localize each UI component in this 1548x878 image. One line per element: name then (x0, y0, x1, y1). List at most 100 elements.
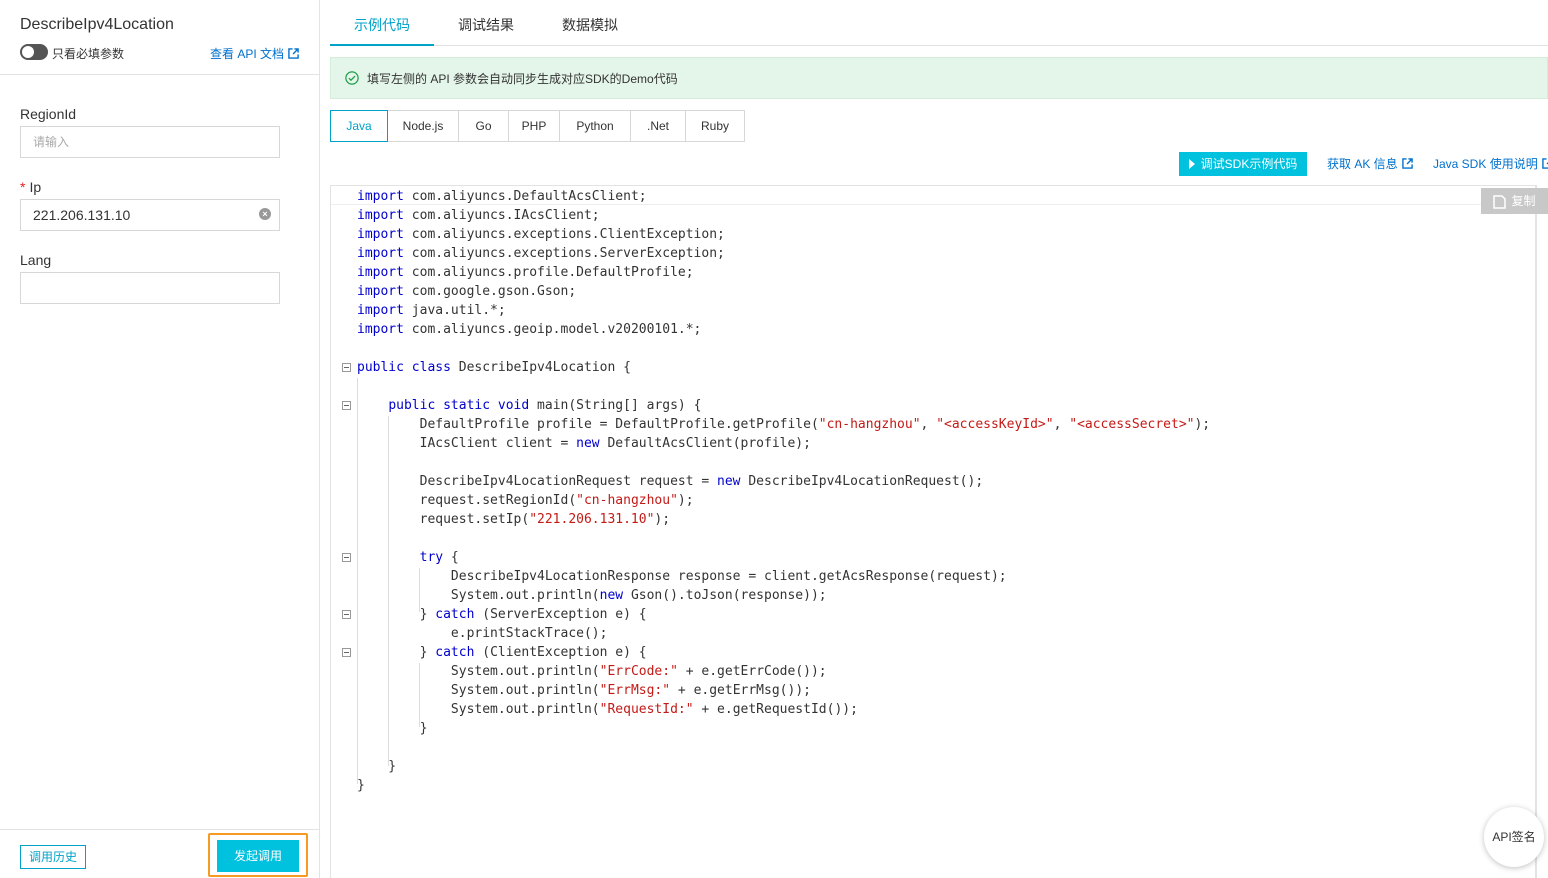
code-token: com.aliyuncs.exceptions.ServerException; (403, 246, 725, 261)
code-token: "221.206.131.10" (529, 512, 655, 527)
divider (0, 829, 319, 830)
code-token: System.out.println( (357, 588, 600, 603)
code-line: DescribeIpv4LocationResponse response = … (357, 567, 1007, 586)
lang-tab-go[interactable]: Go (458, 110, 509, 142)
ip-input[interactable]: 221.206.131.10 (20, 199, 280, 231)
code-token: DescribeIpv4LocationResponse response = … (357, 569, 1007, 584)
code-token: new (717, 474, 741, 489)
copy-button[interactable]: 复制 (1481, 188, 1548, 214)
get-ak-link[interactable]: 获取 AK 信息 (1327, 155, 1413, 172)
fold-toggle-icon[interactable] (342, 610, 351, 619)
scrollbar[interactable] (1536, 185, 1548, 878)
code-line: import com.aliyuncs.IAcsClient; (357, 206, 600, 225)
code-line: request.setIp("221.206.131.10"); (357, 510, 670, 529)
lang-tab-java[interactable]: Java (330, 110, 388, 142)
code-token: public (357, 360, 404, 375)
copy-icon (1493, 195, 1507, 209)
debug-sdk-button[interactable]: 调试SDK示例代码 (1179, 152, 1307, 176)
code-token: + e.getRequestId()); (693, 702, 858, 717)
code-line: import com.google.gson.Gson; (357, 282, 576, 301)
fold-toggle-icon[interactable] (342, 363, 351, 372)
code-token: , (1053, 417, 1070, 432)
required-only-label: 只看必填参数 (52, 47, 125, 61)
invoke-button[interactable]: 发起调用 (217, 840, 299, 872)
code-token: com.google.gson.Gson; (403, 284, 577, 299)
code-line: DefaultProfile profile = DefaultProfile.… (357, 415, 1211, 434)
fold-toggle-icon[interactable] (342, 401, 351, 410)
code-token: request.setRegionId( (357, 493, 577, 508)
lang-input[interactable] (20, 272, 280, 304)
code-line: import com.aliyuncs.profile.DefaultProfi… (357, 263, 694, 282)
code-token: DefaultProfile profile = DefaultProfile.… (357, 417, 819, 432)
lang-tab-php[interactable]: PHP (508, 110, 560, 142)
code-token: new (576, 436, 600, 451)
code-token: com.aliyuncs.IAcsClient; (403, 208, 600, 223)
code-token: "cn-hangzhou" (576, 493, 678, 508)
code-token: com.aliyuncs.exceptions.ClientException; (403, 227, 725, 242)
api-signature-button[interactable]: API签名 (1484, 807, 1544, 867)
code-line: import com.aliyuncs.exceptions.ServerExc… (357, 244, 725, 263)
ip-label: * Ip (20, 179, 41, 195)
code-token: DescribeIpv4LocationRequest request = (357, 474, 718, 489)
code-token: main(String[] args) { (529, 398, 702, 413)
code-token: } (357, 645, 436, 660)
code-token: "cn-hangzhou" (818, 417, 921, 432)
code-token: void (497, 398, 530, 413)
java-sdk-guide-link[interactable]: Java SDK 使用说明 (1433, 155, 1548, 172)
code-token: Gson().toJson(response)); (623, 588, 827, 603)
lang-label: Lang (20, 252, 52, 268)
code-token: e.printStackTrace(); (357, 626, 608, 641)
code-line: } catch (ServerException e) { (357, 605, 647, 624)
fold-toggle-icon[interactable] (342, 553, 351, 562)
code-line: System.out.println("ErrMsg:" + e.getErrM… (357, 681, 811, 700)
code-line: import com.aliyuncs.DefaultAcsClient; (357, 187, 647, 206)
code-token: ); (1194, 417, 1211, 432)
parameter-panel: DescribeIpv4Location 只看必填参数 查看 API 文档 Re… (0, 0, 320, 878)
code-token: public (388, 398, 436, 413)
code-token: DescribeIpv4Location { (450, 360, 631, 375)
language-tabs: Java Node.js Go PHP Python .Net Ruby (330, 110, 745, 142)
lang-tab-dotnet[interactable]: .Net (630, 110, 686, 142)
lang-tab-nodejs[interactable]: Node.js (387, 110, 459, 142)
code-token: com.aliyuncs.profile.DefaultProfile; (403, 265, 694, 280)
call-history-button[interactable]: 调用历史 (20, 845, 86, 869)
tab-debug-result[interactable]: 调试结果 (434, 0, 538, 46)
code-line: import com.aliyuncs.geoip.model.v2020010… (357, 320, 701, 339)
code-token: import (357, 246, 404, 261)
code-line: request.setRegionId("cn-hangzhou"); (357, 491, 694, 510)
region-id-input[interactable]: 请输入 (20, 126, 280, 158)
code-line: public static void main(String[] args) { (357, 396, 701, 415)
copy-label: 复制 (1511, 194, 1536, 208)
code-token: { (443, 550, 459, 565)
code-line: import com.aliyuncs.exceptions.ClientExc… (357, 225, 725, 244)
tab-sample-code[interactable]: 示例代码 (330, 0, 434, 46)
divider (0, 74, 319, 75)
code-token: import (357, 227, 404, 242)
code-token: "ErrCode:" (599, 664, 678, 679)
tab-data-mock[interactable]: 数据模拟 (538, 0, 642, 46)
code-line: } (357, 776, 365, 795)
indent-guide (419, 663, 420, 727)
lang-tab-ruby[interactable]: Ruby (685, 110, 745, 142)
lang-tab-python[interactable]: Python (559, 110, 631, 142)
code-line: try { (357, 548, 459, 567)
code-token: new (599, 588, 624, 603)
code-line: DescribeIpv4LocationRequest request = ne… (357, 472, 984, 491)
code-token: } (357, 759, 397, 774)
code-token: com.aliyuncs.geoip.model.v20200101.*; (403, 322, 702, 337)
code-token: ); (654, 512, 671, 527)
code-token: , (920, 417, 937, 432)
fold-toggle-icon[interactable] (342, 648, 351, 657)
api-doc-link[interactable]: 查看 API 文档 (210, 45, 299, 62)
result-tabs: 示例代码 调试结果 数据模拟 (330, 0, 1548, 46)
required-only-toggle[interactable] (20, 44, 48, 60)
java-sdk-guide-label: Java SDK 使用说明 (1433, 157, 1538, 171)
indent-guide (357, 378, 358, 784)
notice-text: 填写左侧的 API 参数会自动同步生成对应SDK的Demo代码 (367, 71, 678, 86)
code-token: + e.getErrMsg()); (670, 683, 811, 698)
code-token: java.util.*; (403, 303, 506, 318)
get-ak-label: 获取 AK 信息 (1327, 157, 1398, 171)
clear-icon[interactable]: × (259, 208, 271, 220)
